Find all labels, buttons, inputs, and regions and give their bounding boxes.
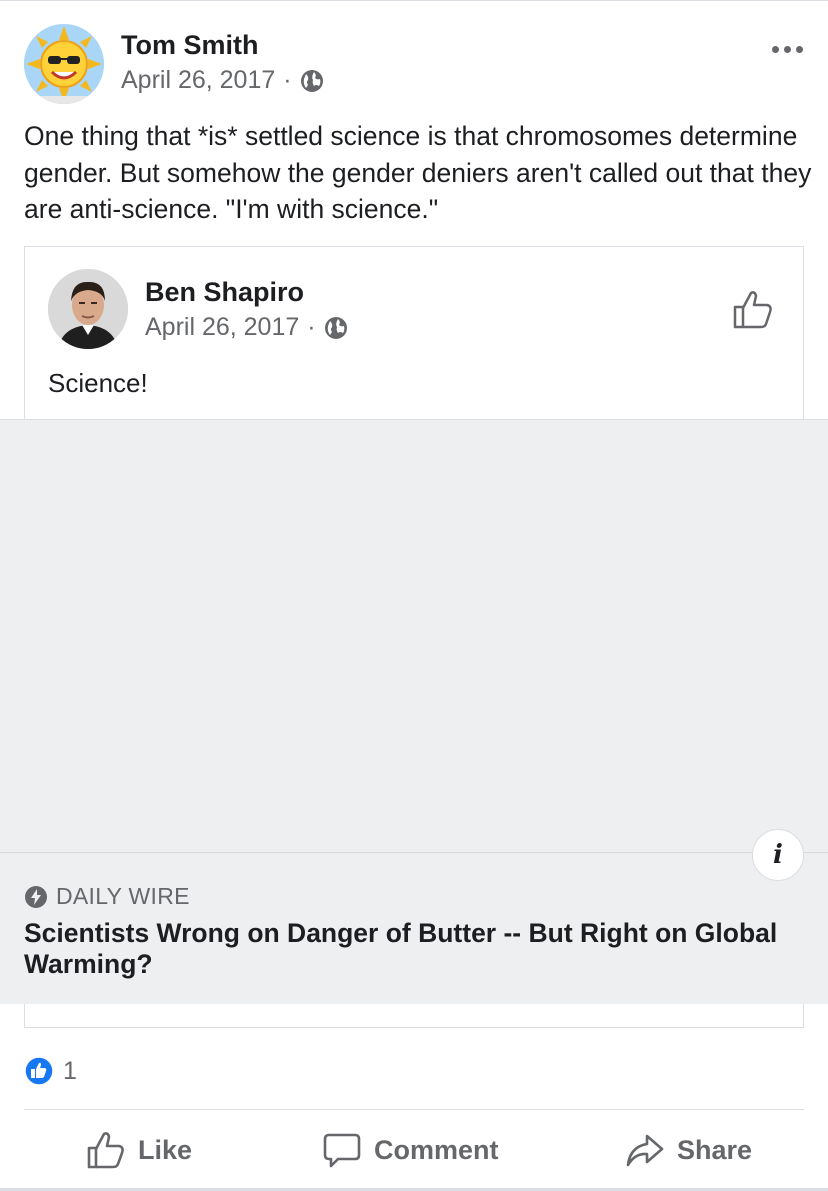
like-page-icon[interactable] — [731, 287, 775, 331]
more-dot-icon — [795, 45, 803, 53]
post-text: One thing that *is* settled science is t… — [24, 121, 812, 224]
link-source: DAILY WIRE — [24, 883, 190, 910]
more-options-button[interactable] — [770, 38, 804, 60]
share-label: Share — [677, 1134, 753, 1165]
post-meta: April 26, 2017 · — [121, 66, 324, 95]
author-avatar[interactable] — [24, 24, 104, 104]
share-button[interactable]: Share — [625, 1127, 752, 1173]
link-image-placeholder[interactable] — [0, 419, 828, 852]
post-date[interactable]: April 26, 2017 — [121, 66, 275, 95]
comment-label: Comment — [374, 1134, 499, 1165]
shared-post-date[interactable]: April 26, 2017 — [145, 313, 299, 342]
globe-icon — [324, 316, 347, 339]
actions-divider — [24, 1109, 804, 1110]
info-button[interactable]: i — [752, 829, 804, 881]
like-label: Like — [138, 1134, 193, 1165]
reaction-count[interactable]: 1 — [63, 1057, 77, 1086]
like-reaction-icon[interactable] — [24, 1056, 54, 1086]
comment-bubble-icon — [323, 1133, 361, 1168]
like-button[interactable]: Like — [86, 1127, 192, 1173]
shared-author-name[interactable]: Ben Shapiro — [145, 277, 304, 308]
person-avatar-image — [48, 269, 128, 349]
author-name[interactable]: Tom Smith — [121, 30, 259, 61]
shared-post-meta: April 26, 2017 · — [145, 313, 348, 342]
shared-author-avatar[interactable] — [48, 269, 128, 349]
meta-separator: · — [283, 66, 292, 94]
top-border — [0, 0, 828, 1]
sun-avatar-image — [24, 24, 104, 104]
instant-article-bolt-icon — [25, 885, 47, 908]
share-arrow-icon — [626, 1134, 664, 1167]
thumbs-up-icon — [87, 1132, 124, 1169]
more-dot-icon — [771, 45, 779, 53]
meta-separator: · — [307, 313, 316, 341]
more-dot-icon — [783, 45, 791, 53]
link-source-name: DAILY WIRE — [56, 883, 190, 909]
link-title[interactable]: Scientists Wrong on Danger of Butter -- … — [24, 918, 804, 980]
shared-post-text: Science! — [48, 368, 148, 398]
globe-icon — [300, 69, 323, 92]
comment-button[interactable]: Comment — [322, 1127, 499, 1173]
